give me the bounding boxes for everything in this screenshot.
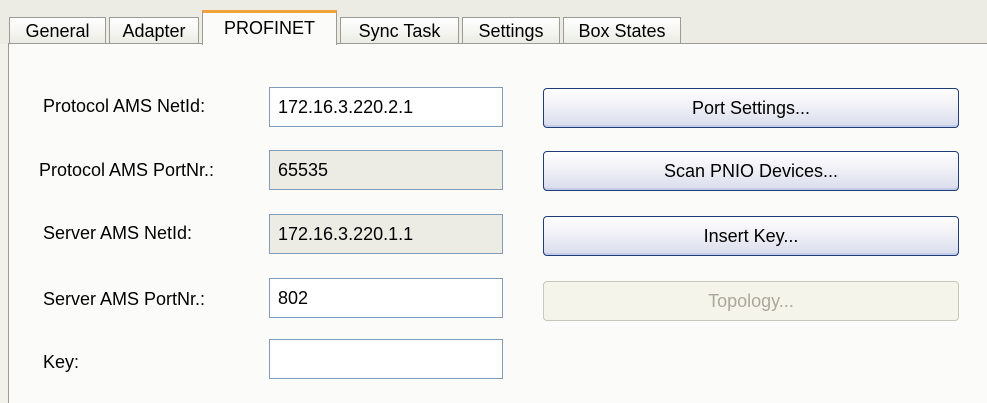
- protocol-ams-portnr-field: 65535: [269, 150, 503, 190]
- key-label: Key:: [43, 352, 80, 372]
- tab-strip: General Adapter PROFINET Sync Task Setti…: [0, 0, 987, 45]
- protocol-ams-netid-label: Protocol AMS NetId:: [43, 96, 206, 116]
- tab-adapter[interactable]: Adapter: [109, 17, 199, 43]
- tab-general[interactable]: General: [9, 17, 106, 43]
- server-ams-netid-label: Server AMS NetId:: [43, 223, 193, 243]
- server-ams-portnr-field[interactable]: 802: [269, 278, 503, 318]
- key-field[interactable]: [269, 339, 503, 379]
- tab-settings[interactable]: Settings: [462, 17, 560, 43]
- server-ams-portnr-label: Server AMS PortNr.:: [43, 289, 206, 309]
- tab-box-states[interactable]: Box States: [563, 17, 681, 43]
- topology-button[interactable]: Topology...: [543, 281, 959, 321]
- tab-profinet[interactable]: PROFINET: [202, 10, 337, 45]
- protocol-ams-portnr-label: Protocol AMS PortNr.:: [39, 160, 215, 180]
- insert-key-button[interactable]: Insert Key...: [543, 216, 959, 256]
- port-settings-button[interactable]: Port Settings...: [543, 88, 959, 128]
- scan-pnio-devices-button[interactable]: Scan PNIO Devices...: [543, 151, 959, 191]
- server-ams-netid-field: 172.16.3.220.1.1: [269, 214, 503, 254]
- protocol-ams-netid-field[interactable]: 172.16.3.220.2.1: [269, 87, 503, 127]
- tab-sync-task[interactable]: Sync Task: [340, 17, 459, 43]
